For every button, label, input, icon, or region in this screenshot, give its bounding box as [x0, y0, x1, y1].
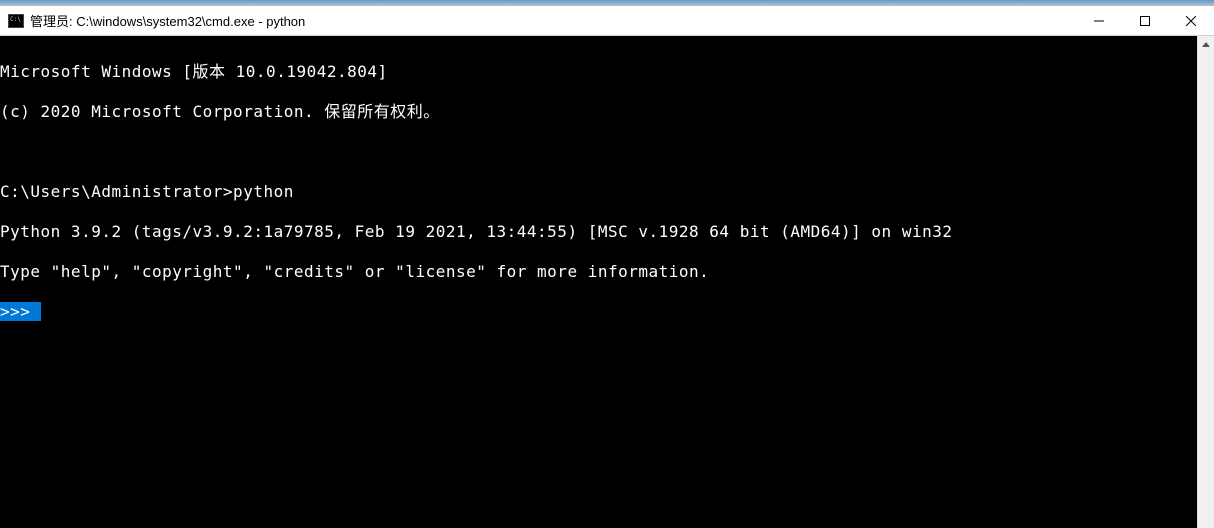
maximize-icon [1140, 16, 1150, 26]
maximize-button[interactable] [1122, 6, 1168, 35]
close-icon [1186, 16, 1196, 26]
terminal-line: Microsoft Windows [版本 10.0.19042.804] [0, 62, 1197, 82]
terminal-output[interactable]: Microsoft Windows [版本 10.0.19042.804] (c… [0, 36, 1197, 528]
titlebar[interactable]: 管理员: C:\windows\system32\cmd.exe - pytho… [0, 6, 1214, 36]
cmd-icon [8, 14, 24, 28]
window-controls [1076, 6, 1214, 35]
terminal-line: Python 3.9.2 (tags/v3.9.2:1a79785, Feb 1… [0, 222, 1197, 242]
terminal-line: C:\Users\Administrator>python [0, 182, 1197, 202]
terminal-wrapper: Microsoft Windows [版本 10.0.19042.804] (c… [0, 36, 1214, 528]
python-prompt: >>> [0, 302, 1197, 322]
terminal-line: Type "help", "copyright", "credits" or "… [0, 262, 1197, 282]
minimize-button[interactable] [1076, 6, 1122, 35]
prompt-highlight: >>> [0, 302, 41, 321]
scrollbar-up-arrow-icon[interactable] [1198, 36, 1214, 53]
window-title: 管理员: C:\windows\system32\cmd.exe - pytho… [30, 11, 1076, 30]
close-button[interactable] [1168, 6, 1214, 35]
terminal-line: (c) 2020 Microsoft Corporation. 保留所有权利。 [0, 102, 1197, 122]
vertical-scrollbar[interactable] [1197, 36, 1214, 528]
terminal-line [0, 142, 1197, 162]
minimize-icon [1094, 16, 1104, 26]
